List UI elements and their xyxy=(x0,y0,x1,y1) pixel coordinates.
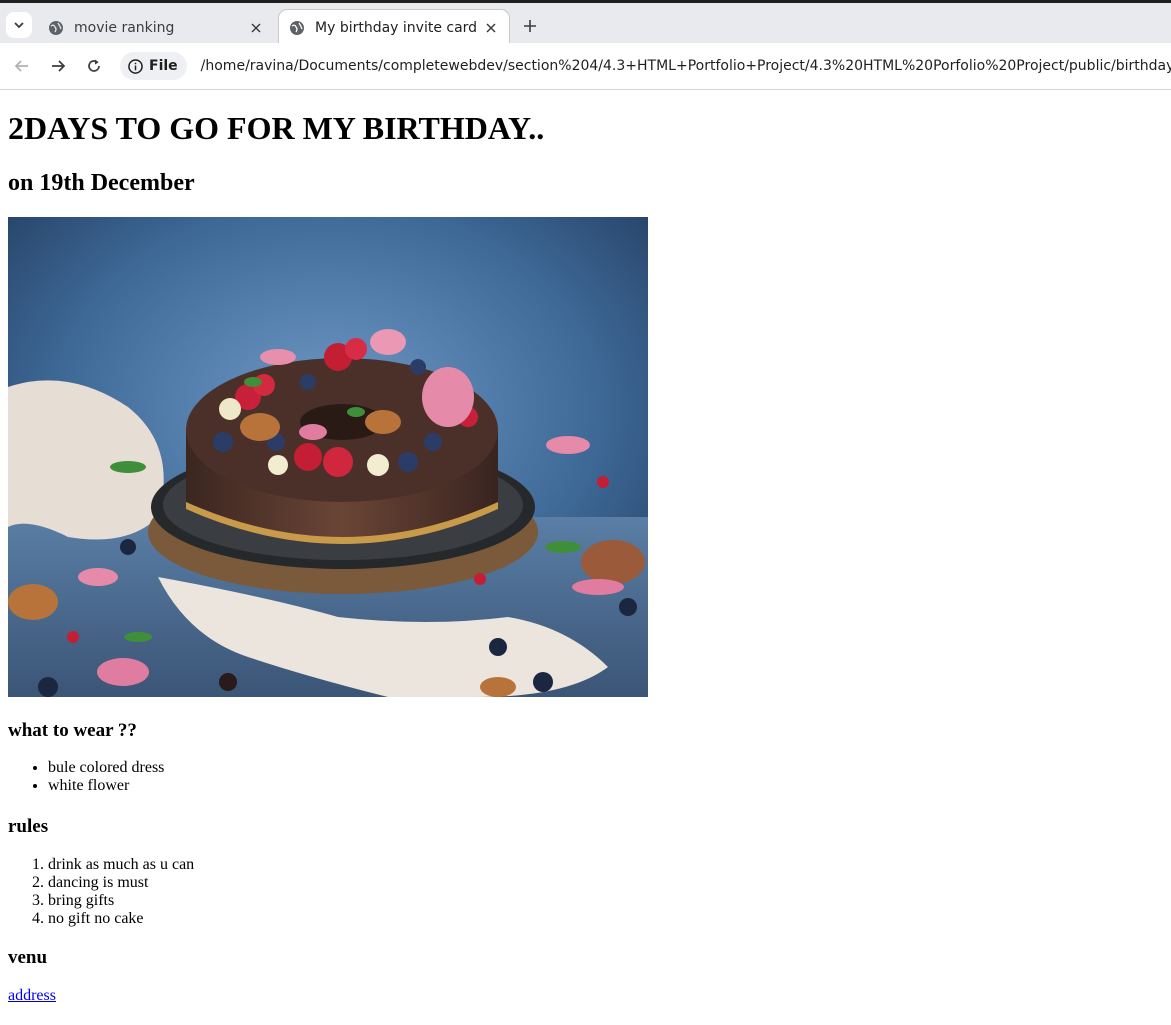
arrow-left-icon xyxy=(14,60,28,72)
what-to-wear-list: bule colored dress white flower xyxy=(8,759,164,795)
close-tab-icon[interactable] xyxy=(483,20,499,36)
close-tab-icon[interactable] xyxy=(248,20,264,36)
tab-search-button[interactable] xyxy=(6,12,32,38)
browser-toolbar: File /home/ravina/Documents/completewebd… xyxy=(0,43,1171,90)
globe-icon xyxy=(290,21,304,35)
tab-title: My birthday invite card xyxy=(315,20,478,36)
venue-heading: venu xyxy=(8,947,48,968)
list-item: bring gifts xyxy=(48,892,194,910)
page-heading: 2DAYS TO GO FOR MY BIRTHDAY.. xyxy=(8,110,545,146)
rules-heading: rules xyxy=(8,816,49,837)
site-info-chip[interactable]: File xyxy=(120,52,187,80)
info-icon xyxy=(128,58,143,74)
page-subheading: on 19th December xyxy=(8,170,195,196)
list-item: no gift no cake xyxy=(48,910,194,928)
chevron-down-icon xyxy=(14,22,24,29)
birthday-cake-image xyxy=(8,217,648,697)
list-item: bule colored dress xyxy=(48,759,164,777)
globe-icon xyxy=(49,20,63,35)
tab-movie-ranking[interactable]: movie ranking xyxy=(38,9,274,46)
list-item: dancing is must xyxy=(48,874,194,892)
back-button[interactable] xyxy=(10,54,34,78)
reload-icon xyxy=(88,59,100,72)
reload-button[interactable] xyxy=(82,54,106,78)
address-bar[interactable]: File /home/ravina/Documents/completewebd… xyxy=(118,49,1171,83)
list-item: white flower xyxy=(48,777,164,795)
site-info-label: File xyxy=(149,58,178,74)
rules-list: drink as much as u can dancing is must b… xyxy=(8,856,194,928)
list-item: drink as much as u can xyxy=(48,856,194,874)
address-link[interactable]: address xyxy=(8,987,56,1005)
url-text[interactable]: /home/ravina/Documents/completewebdev/se… xyxy=(201,58,1171,74)
new-tab-button[interactable] xyxy=(519,15,541,37)
forward-button[interactable] xyxy=(46,54,70,78)
what-to-wear-heading: what to wear ?? xyxy=(8,720,137,741)
tab-bar: movie ranking My birthday invite card xyxy=(0,3,1171,46)
tab-birthday-invite[interactable]: My birthday invite card xyxy=(278,9,510,46)
arrow-right-icon xyxy=(52,60,66,72)
tab-title: movie ranking xyxy=(74,19,175,36)
plus-icon xyxy=(524,20,536,32)
